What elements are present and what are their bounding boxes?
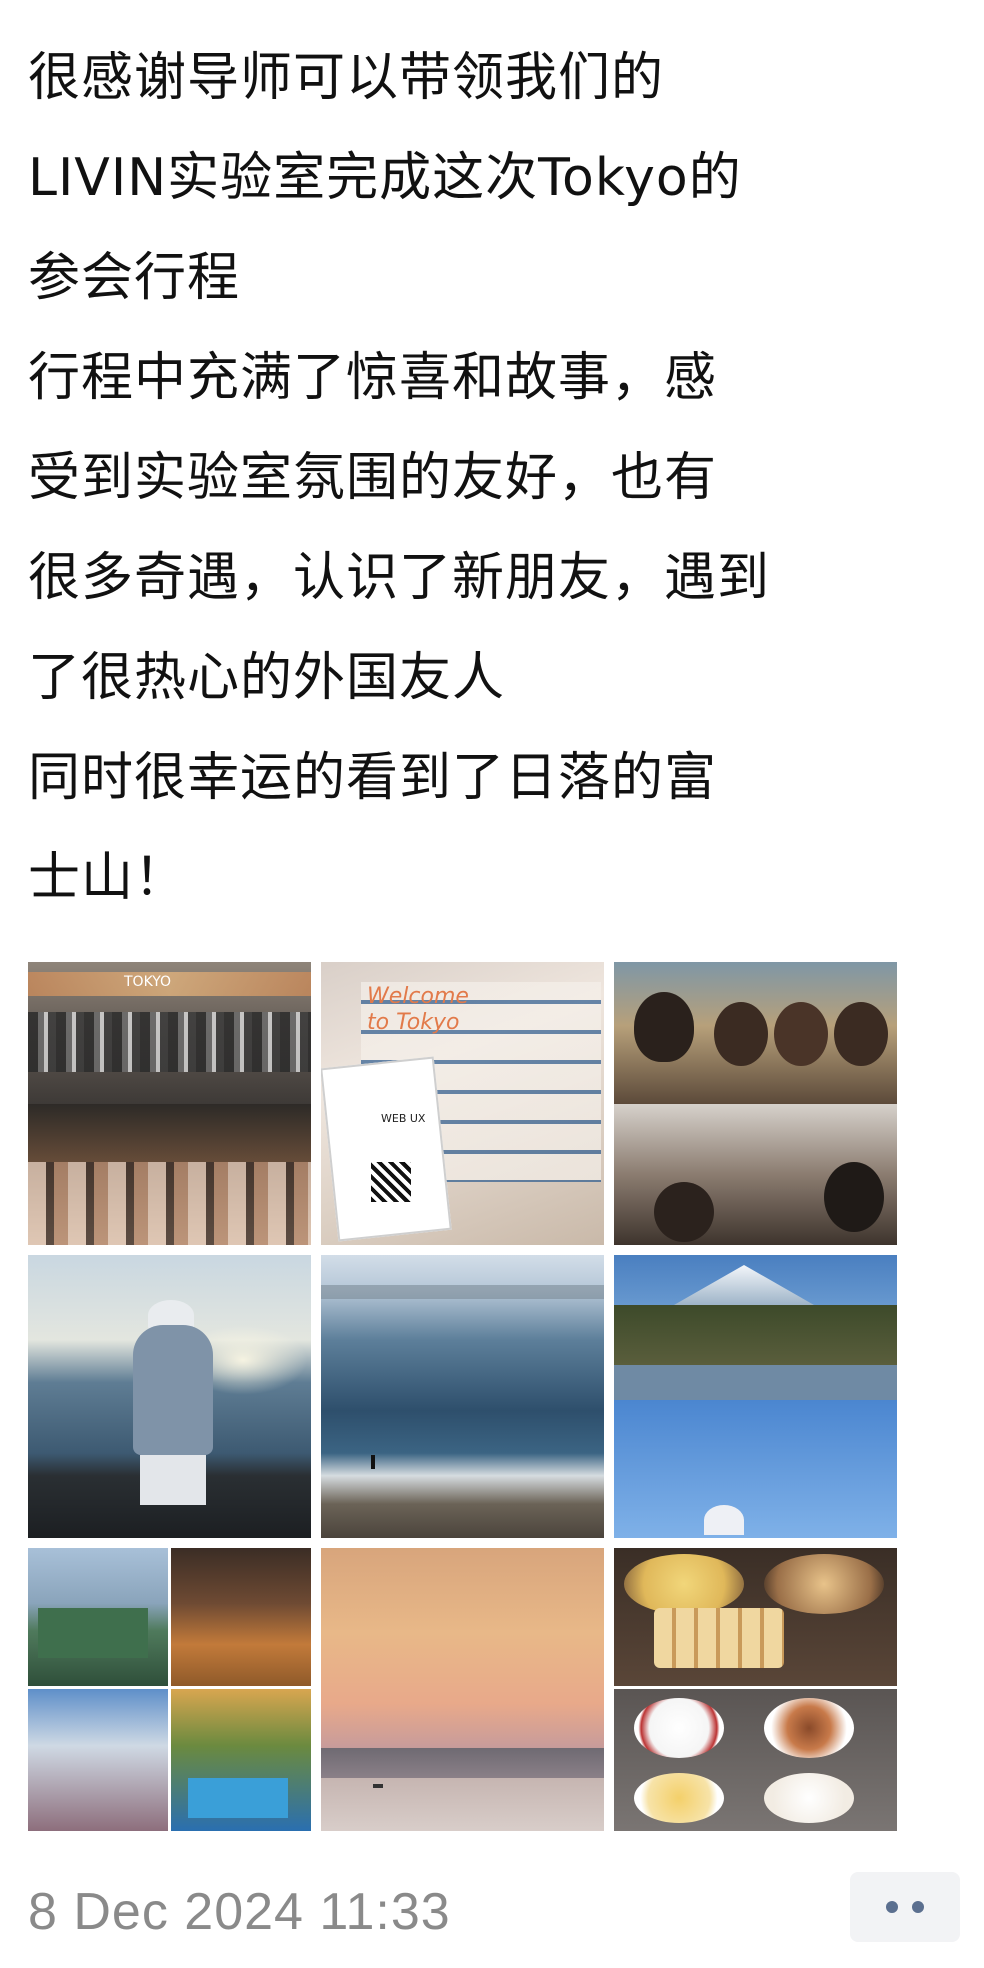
post-text: 很感谢导师可以带领我们的 LIVIN实验室完成这次Tokyo的 参会行程 行程中… [28, 28, 964, 928]
post-line-5: 受到实验室氛围的友好，也有 [28, 448, 718, 508]
post-line-1: 很感谢导师可以带领我们的 [28, 48, 665, 108]
photo-sunset-sea[interactable] [321, 1548, 604, 1831]
post-line-2: LIVIN实验室完成这次Tokyo的 [28, 148, 742, 208]
photo-beach[interactable] [321, 1255, 604, 1538]
photo-group-collage[interactable]: TOKYO [28, 962, 311, 1245]
more-options-icon [886, 1901, 898, 1913]
photo-food-collage[interactable] [614, 1548, 897, 1831]
post-line-3: 参会行程 [28, 248, 241, 308]
badge-card-label: WEB UX [381, 1112, 426, 1125]
banner-label: TOKYO [124, 974, 172, 990]
photo-girl-by-sea[interactable] [28, 1255, 311, 1538]
more-options-button[interactable] [850, 1872, 960, 1942]
photo-selfies[interactable] [614, 962, 897, 1245]
more-options-icon [912, 1901, 924, 1913]
photo-welcome-to-tokyo[interactable]: Welcome to Tokyo WEB UX [321, 962, 604, 1245]
post-line-8: 同时很幸运的看到了日落的富 [28, 748, 718, 808]
photo-mount-fuji-lake[interactable] [614, 1255, 897, 1538]
post-line-9: 士山！ [28, 848, 188, 908]
photo-city-collage[interactable] [28, 1548, 311, 1831]
welcome-text: Welcome to Tokyo [367, 984, 469, 1035]
post-line-6: 很多奇遇，认识了新朋友，遇到 [28, 548, 771, 608]
post-line-7: 了很热心的外国友人 [28, 648, 506, 708]
post-timestamp: 8 Dec 2024 11:33 [28, 1883, 451, 1941]
post-line-4: 行程中充满了惊喜和故事，感 [28, 348, 718, 408]
